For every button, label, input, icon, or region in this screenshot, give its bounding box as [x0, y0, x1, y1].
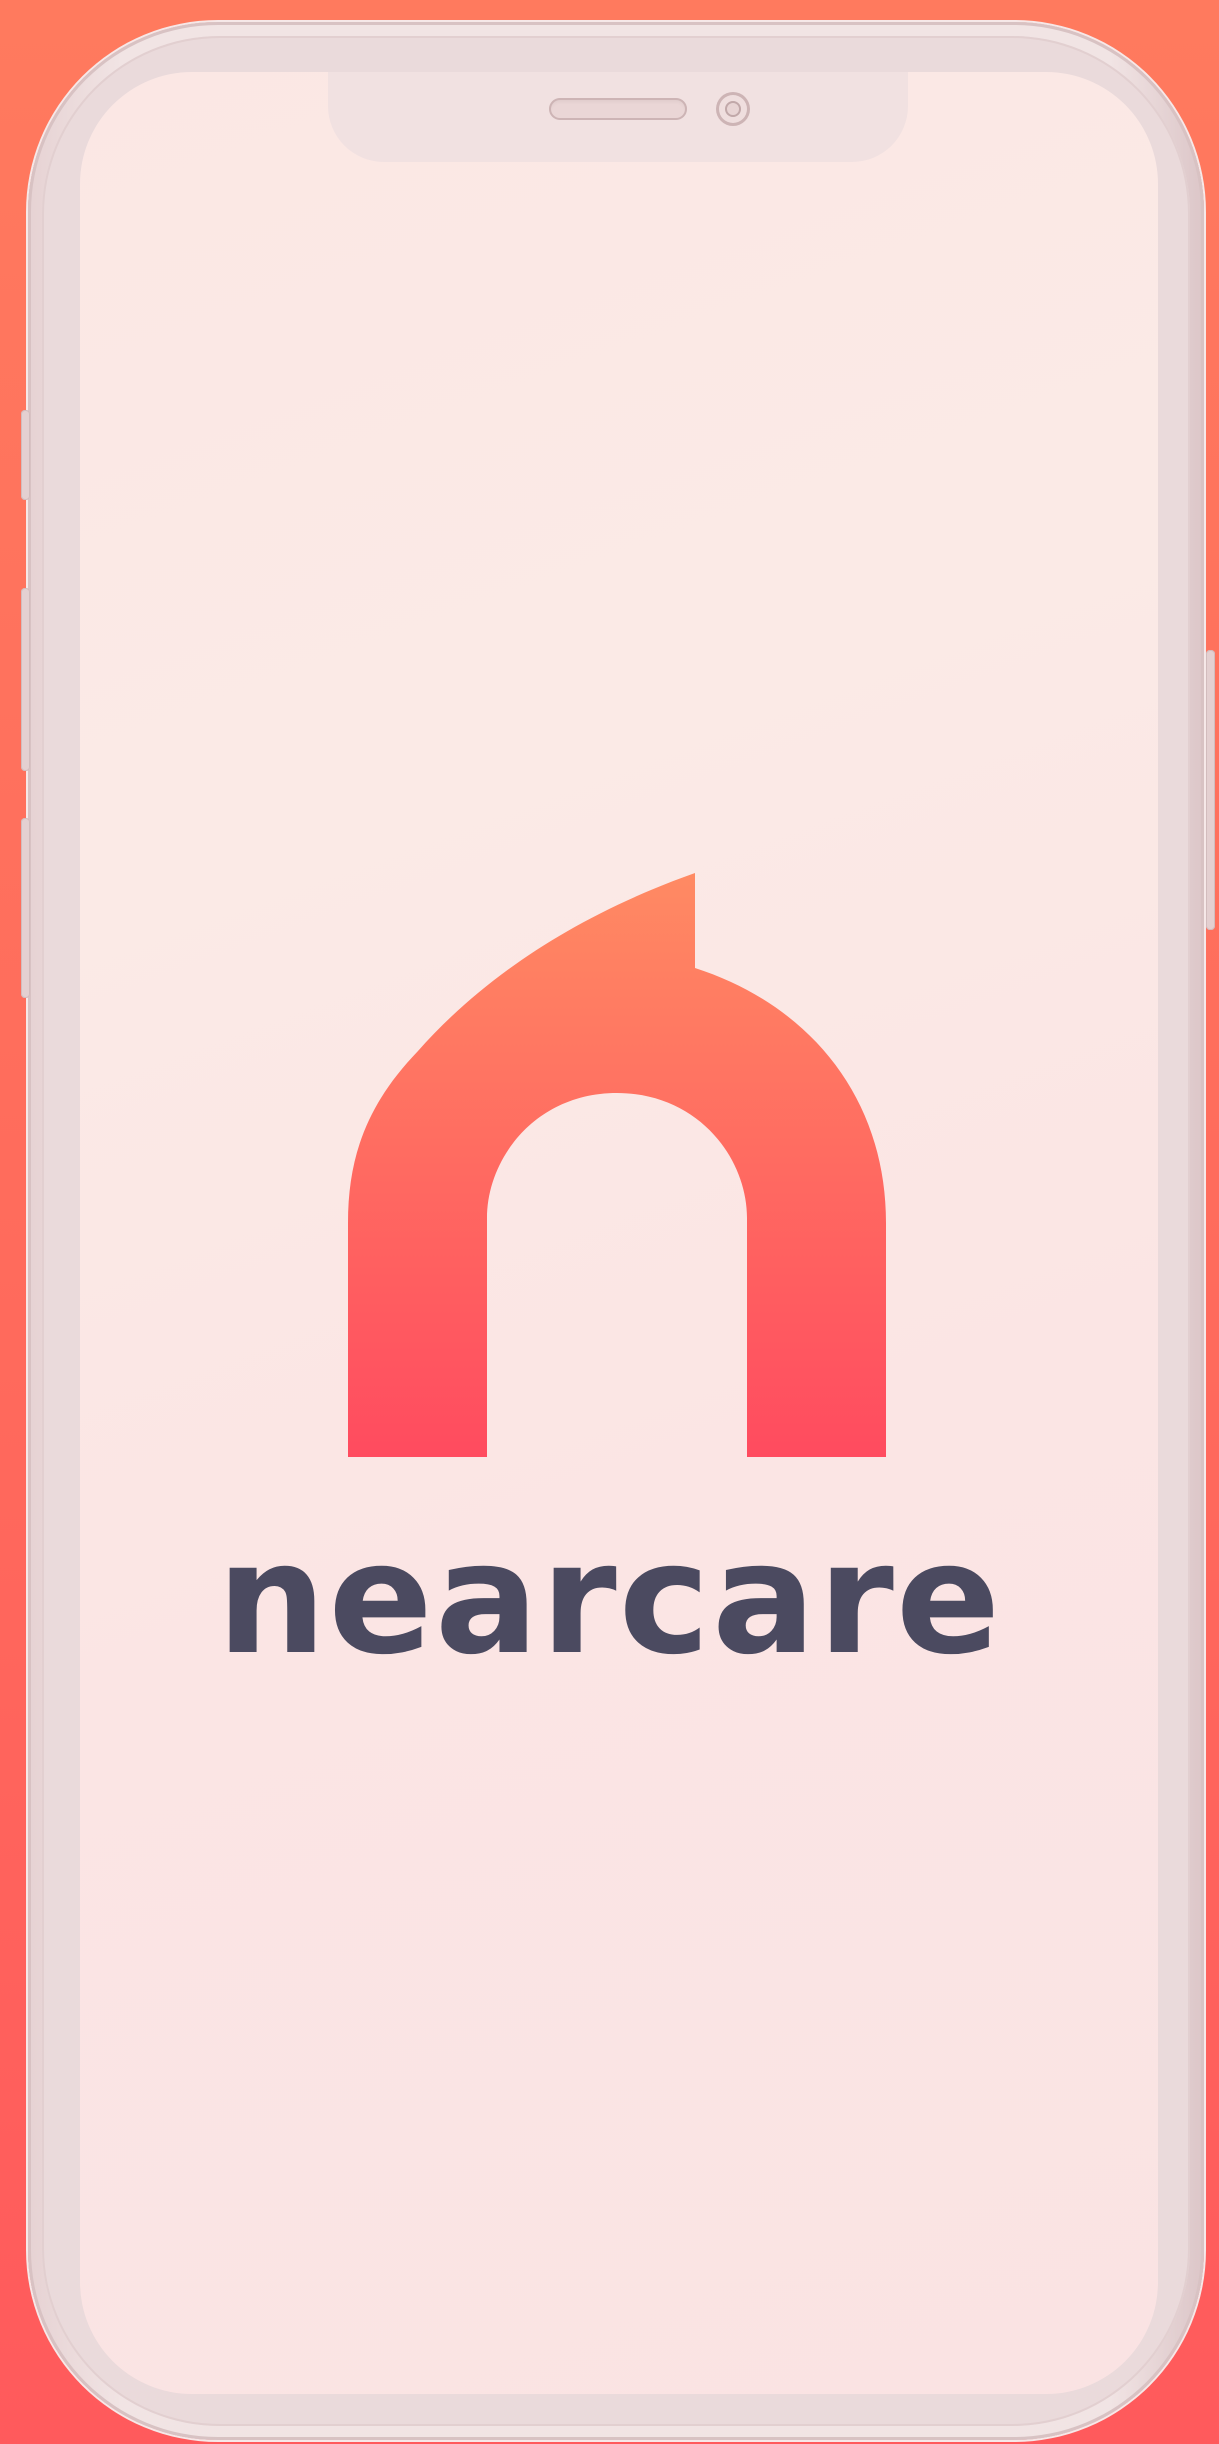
brand-wordmark: nearcare — [216, 1510, 1003, 1689]
nearcare-logo-icon — [348, 873, 886, 1457]
logo-house-shape — [348, 873, 886, 1457]
volume-up-button — [21, 588, 30, 771]
silent-switch — [21, 410, 30, 500]
power-button — [1206, 650, 1215, 930]
volume-down-button — [21, 818, 30, 998]
front-camera — [716, 92, 750, 126]
earpiece-speaker — [549, 98, 687, 120]
